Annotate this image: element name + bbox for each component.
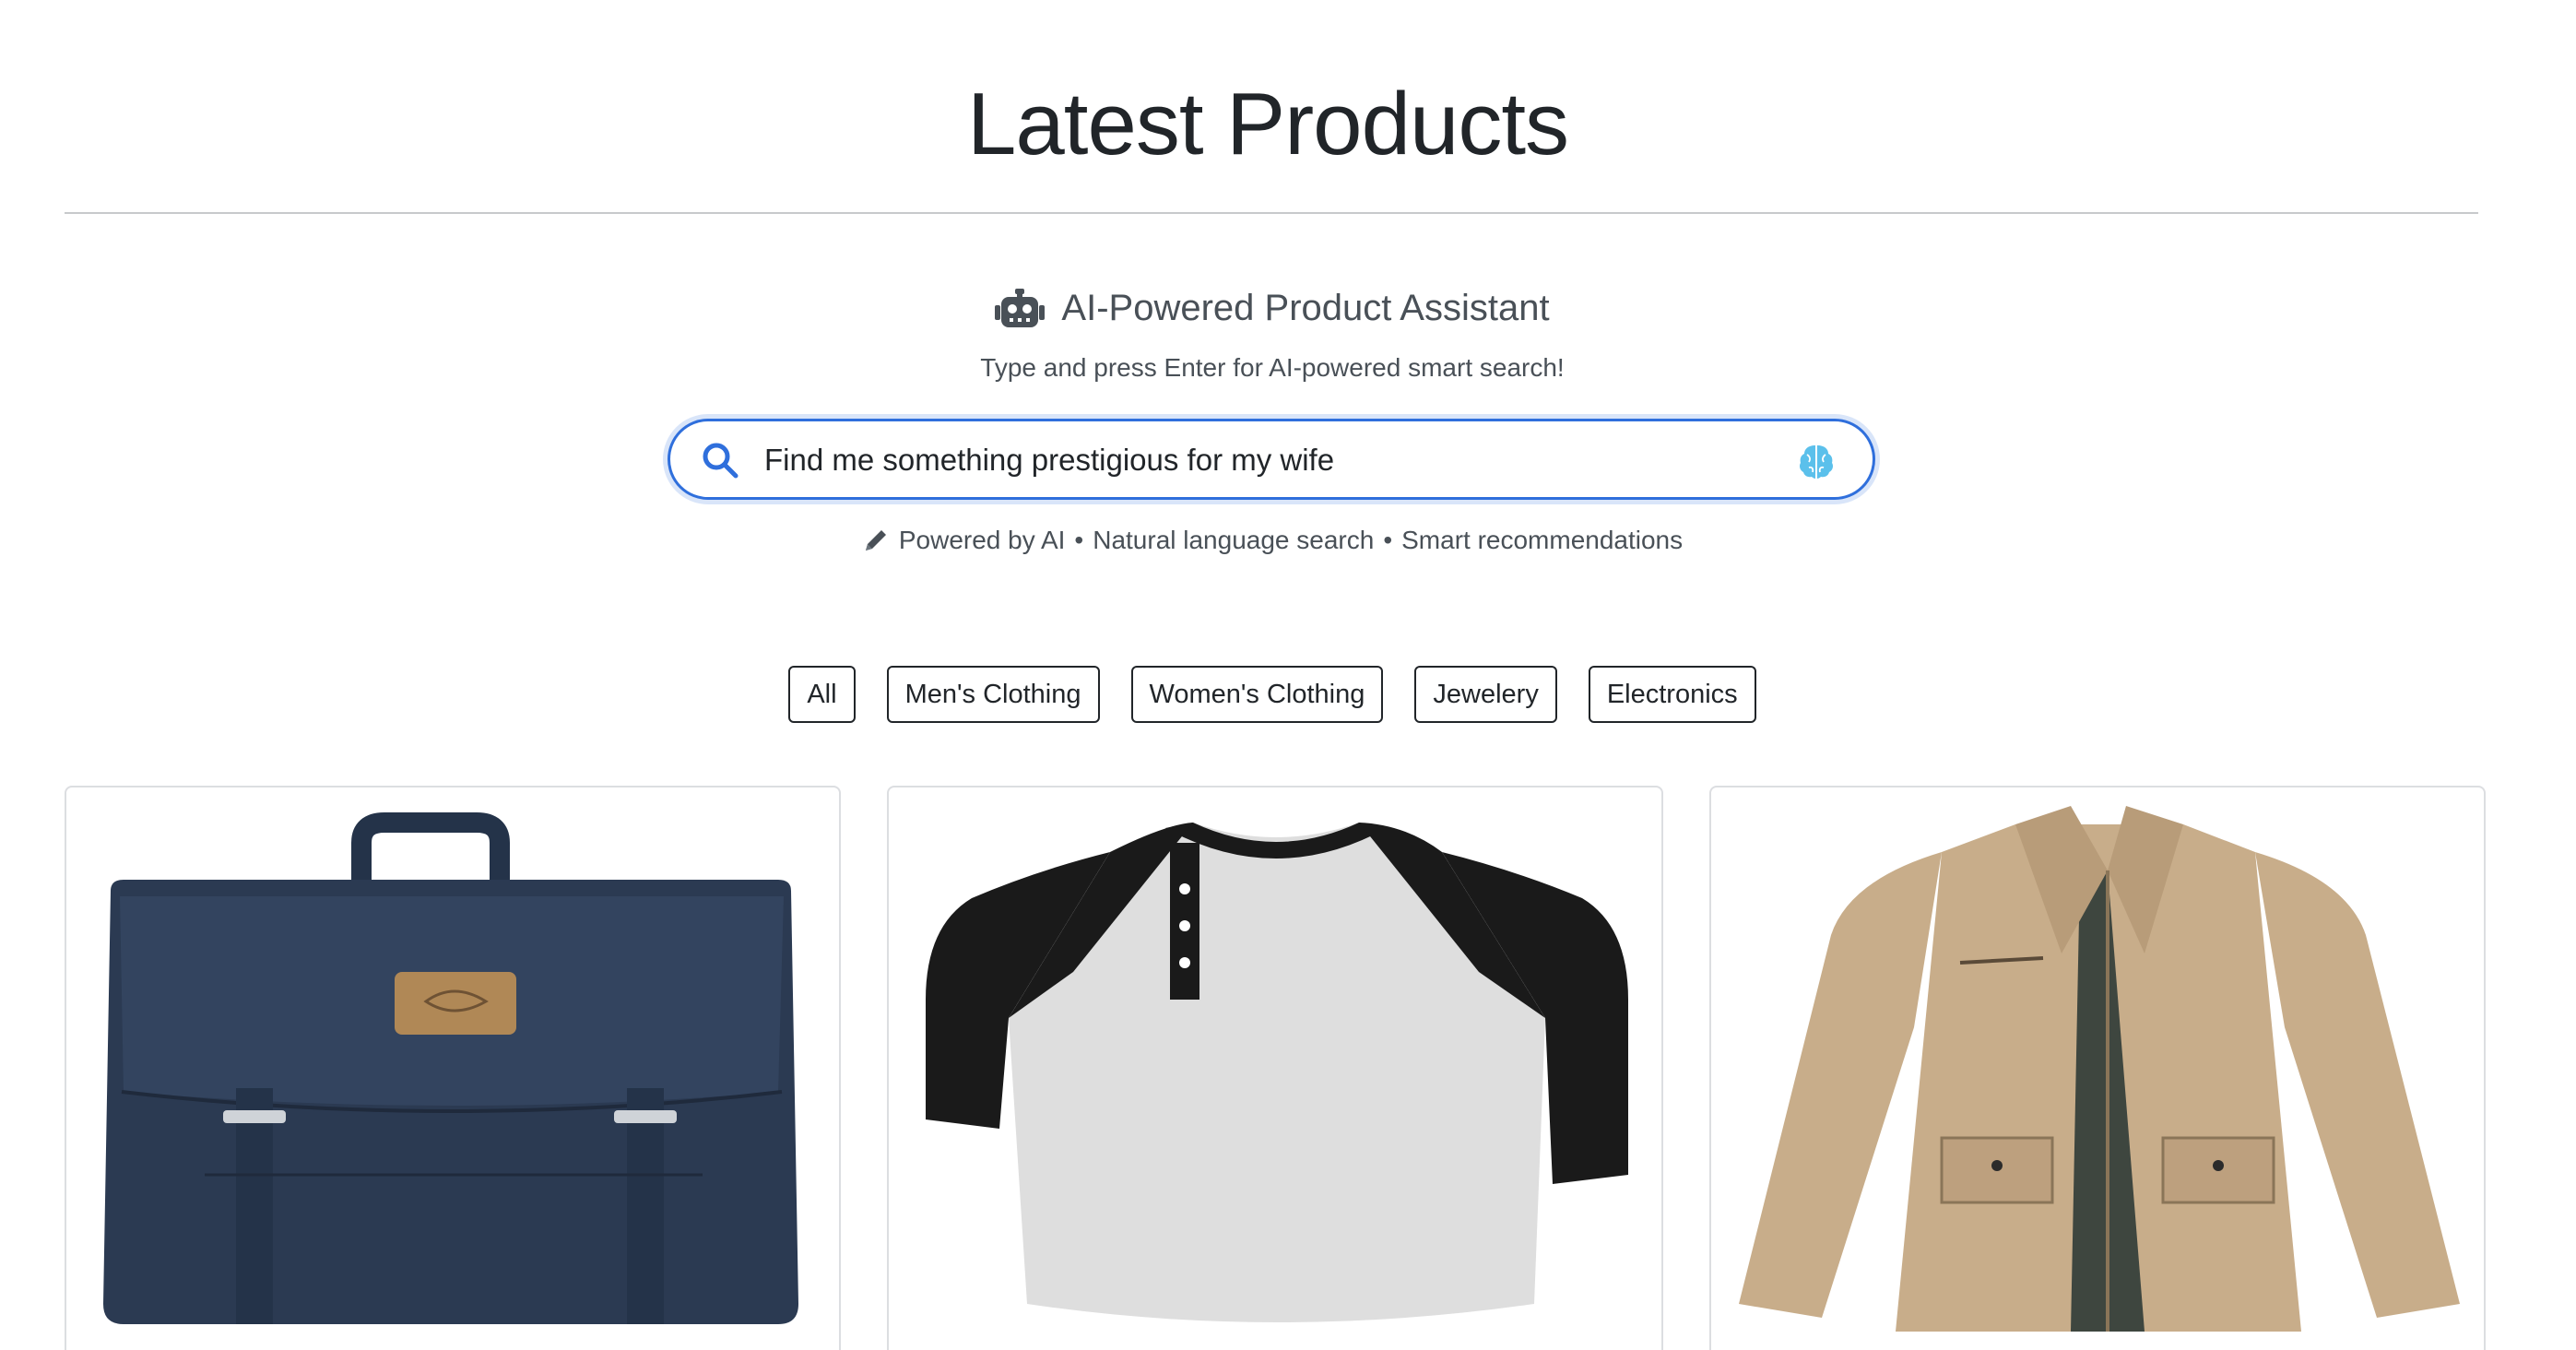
product-card[interactable]	[1709, 786, 2486, 1350]
assistant-title: AI-Powered Product Assistant	[1061, 288, 1550, 328]
filter-mens-clothing-button[interactable]: Men's Clothing	[886, 666, 1100, 723]
feature-separator: •	[1074, 526, 1084, 554]
title-divider	[65, 212, 2478, 214]
product-image-backpack[interactable]	[66, 788, 841, 1350]
brain-icon[interactable]	[1797, 442, 1836, 480]
product-card[interactable]	[65, 786, 841, 1350]
assistant-subtitle: Type and press Enter for AI-powered smar…	[980, 353, 1565, 382]
category-filters: All Men's Clothing Women's Clothing Jewe…	[0, 666, 2545, 723]
robot-icon	[995, 288, 1046, 327]
search-icon	[703, 443, 739, 479]
filter-electronics-button[interactable]: Electronics	[1588, 666, 1756, 723]
page: Latest Products AI-Powered Product Assis…	[0, 0, 2576, 1350]
search-input[interactable]	[764, 434, 1742, 486]
pencil-icon	[865, 530, 886, 551]
feature-smart: Smart recommendations	[1401, 526, 1684, 554]
filter-jewelery-button[interactable]: Jewelery	[1414, 666, 1557, 723]
product-image-jacket[interactable]	[1711, 788, 2486, 1350]
product-card[interactable]	[887, 786, 1663, 1350]
search-box[interactable]	[668, 419, 1875, 500]
page-title: Latest Products	[966, 75, 1569, 173]
assistant-heading: AI-Powered Product Assistant	[0, 288, 2545, 329]
filter-all-button[interactable]: All	[788, 666, 856, 723]
feature-line: Powered by AI • Natural language search …	[0, 526, 2545, 555]
filter-womens-clothing-button[interactable]: Women's Clothing	[1130, 666, 1384, 723]
product-image-henley-shirt[interactable]	[889, 788, 1663, 1350]
feature-separator: •	[1383, 526, 1393, 554]
feature-powered: Powered by AI	[898, 526, 1066, 554]
feature-natural: Natural language search	[1093, 526, 1375, 554]
